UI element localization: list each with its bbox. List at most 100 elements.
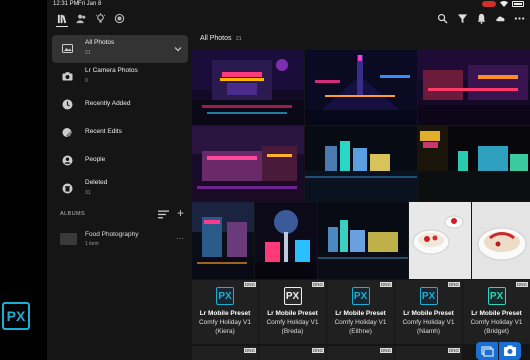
albums-header: ALBUMS <box>60 211 86 217</box>
filter-icon[interactable] <box>456 13 468 25</box>
preset-card[interactable]: DNG <box>395 346 462 360</box>
battery-icon <box>512 1 524 7</box>
photo-thumbnail[interactable] <box>409 202 471 279</box>
sidebar-item-lr-camera-photos[interactable]: Lr Camera Photos 0 <box>52 63 188 91</box>
status-date: Fri Jan 8 <box>78 1 102 7</box>
sidebar-item-label: Recent Edits <box>85 128 122 135</box>
preset-name: Comfy Holiday V1 <box>198 319 252 326</box>
sidebar-item-count: 21 <box>85 50 91 56</box>
floating-actions <box>476 342 526 360</box>
preset-title: Lr Mobile Preset <box>335 310 386 317</box>
sidebar-item-label: Lr Camera Photos <box>85 67 138 74</box>
photo-thumbnail[interactable] <box>192 126 304 201</box>
preset-variant: (Kiera) <box>215 328 235 335</box>
wifi-icon <box>500 1 508 7</box>
px-badge: PX <box>487 287 506 305</box>
chevron-down-icon[interactable] <box>174 45 182 53</box>
photo-thumbnail[interactable] <box>255 202 317 279</box>
preset-name: Comfy Holiday V1 <box>334 319 387 326</box>
album-name: Food Photography <box>85 231 139 238</box>
sidebar-item-recently-added[interactable]: Recently Added <box>52 91 188 119</box>
preset-card[interactable]: PX DNG Lr Mobile Preset Comfy Holiday V1… <box>259 280 326 344</box>
photo-thumbnail[interactable] <box>305 50 417 125</box>
camera-icon <box>504 345 516 356</box>
sort-icon[interactable] <box>158 210 169 219</box>
recording-indicator-icon <box>482 1 496 7</box>
photos-icon <box>62 44 73 53</box>
more-icon[interactable] <box>513 13 525 25</box>
photo-thumbnail[interactable] <box>418 126 530 201</box>
page-title: All Photos <box>200 35 232 42</box>
px-badge: PX <box>351 287 370 305</box>
notifications-icon[interactable] <box>475 13 487 25</box>
preset-card[interactable]: PX DNG Lr Mobile Preset Comfy Holiday V1… <box>327 280 394 344</box>
preset-card[interactable]: PX DNG Lr Mobile Preset Comfy Holiday V1… <box>463 280 530 344</box>
sidebar-item-count: 31 <box>85 190 91 196</box>
dng-tag: DNG <box>448 348 460 353</box>
cloud-icon[interactable] <box>494 13 506 25</box>
sidebar-item-recent-edits[interactable]: Recent Edits <box>52 119 188 147</box>
px-badge: PX <box>216 287 234 305</box>
library-icon[interactable] <box>56 13 68 25</box>
dng-tag: DNG <box>244 348 256 353</box>
status-time: 12:31 PM <box>53 1 79 7</box>
px-badge: PX <box>419 287 438 305</box>
learn-icon[interactable] <box>94 13 106 25</box>
sidebar-item-deleted[interactable]: Deleted 31 <box>52 175 188 203</box>
album-item-food-photography[interactable]: Food Photography 1 item ··· <box>52 227 188 252</box>
dng-tag: DNG <box>312 282 324 287</box>
photo-grid: All Photos 21 PX DNG Lr Mobile Preset Co… <box>192 30 530 360</box>
preset-title: Lr Mobile Preset <box>471 310 522 317</box>
trash-icon <box>62 183 73 194</box>
preset-variant: (Eithne) <box>349 328 372 335</box>
discover-icon[interactable] <box>113 13 125 25</box>
preset-card[interactable]: DNG <box>327 346 394 360</box>
px-logo: PX <box>2 302 30 330</box>
preset-card[interactable]: PX DNG Lr Mobile Preset Comfy Holiday V1… <box>395 280 462 344</box>
dng-tag: DNG <box>380 282 392 287</box>
sidebar-item-label: Recently Added <box>85 100 131 107</box>
sidebar-item-people[interactable]: People <box>52 147 188 175</box>
photo-thumbnail[interactable] <box>318 202 408 279</box>
status-bar: 12:31 PM Fri Jan 8 <box>47 0 530 10</box>
dng-tag: DNG <box>312 348 324 353</box>
top-toolbar <box>47 10 530 28</box>
edit-icon <box>62 128 73 137</box>
preset-card[interactable]: DNG <box>192 346 258 360</box>
preset-name: Comfy Holiday V1 <box>402 319 455 326</box>
photo-thumbnail[interactable] <box>472 202 530 279</box>
album-folder-icon <box>60 233 77 245</box>
photo-thumbnail[interactable] <box>192 202 254 279</box>
photo-count: 21 <box>236 36 242 42</box>
photo-thumbnail[interactable] <box>305 126 417 201</box>
preset-title: Lr Mobile Preset <box>403 310 454 317</box>
preset-title: Lr Mobile Preset <box>267 310 318 317</box>
sidebar-item-label: All Photos <box>85 39 115 46</box>
add-photos-button[interactable] <box>476 342 498 360</box>
add-photos-icon <box>481 346 494 357</box>
px-badge: PX <box>283 287 302 305</box>
sidebar: All Photos 21 Lr Camera Photos 0 Recentl… <box>47 30 190 360</box>
preset-card[interactable]: PX DNG Lr Mobile Preset Comfy Holiday V1… <box>192 280 258 344</box>
lightroom-app: 12:31 PM Fri Jan 8 All Photos 21 Lr Came… <box>47 0 530 360</box>
status-indicators <box>482 1 524 7</box>
sidebar-item-all-photos[interactable]: All Photos 21 <box>52 35 188 63</box>
add-album-icon[interactable]: + <box>175 207 186 219</box>
camera-icon <box>62 72 73 81</box>
dng-tag: DNG <box>380 348 392 353</box>
more-icon[interactable]: ··· <box>176 234 184 243</box>
person-icon <box>62 155 73 166</box>
photo-thumbnail[interactable] <box>192 50 304 125</box>
preset-name: Comfy Holiday V1 <box>470 319 523 326</box>
preset-variant: (Niamh) <box>416 328 441 335</box>
search-icon[interactable] <box>436 13 448 25</box>
camera-button[interactable] <box>499 342 521 360</box>
preset-card[interactable]: DNG <box>259 346 326 360</box>
people-icon[interactable] <box>75 13 87 25</box>
preset-title: Lr Mobile Preset <box>199 310 251 317</box>
dng-tag: DNG <box>244 282 256 287</box>
photo-thumbnail[interactable] <box>418 50 530 125</box>
left-margin: PX <box>0 0 40 360</box>
dng-tag: DNG <box>516 282 528 287</box>
dng-tag: DNG <box>448 282 460 287</box>
